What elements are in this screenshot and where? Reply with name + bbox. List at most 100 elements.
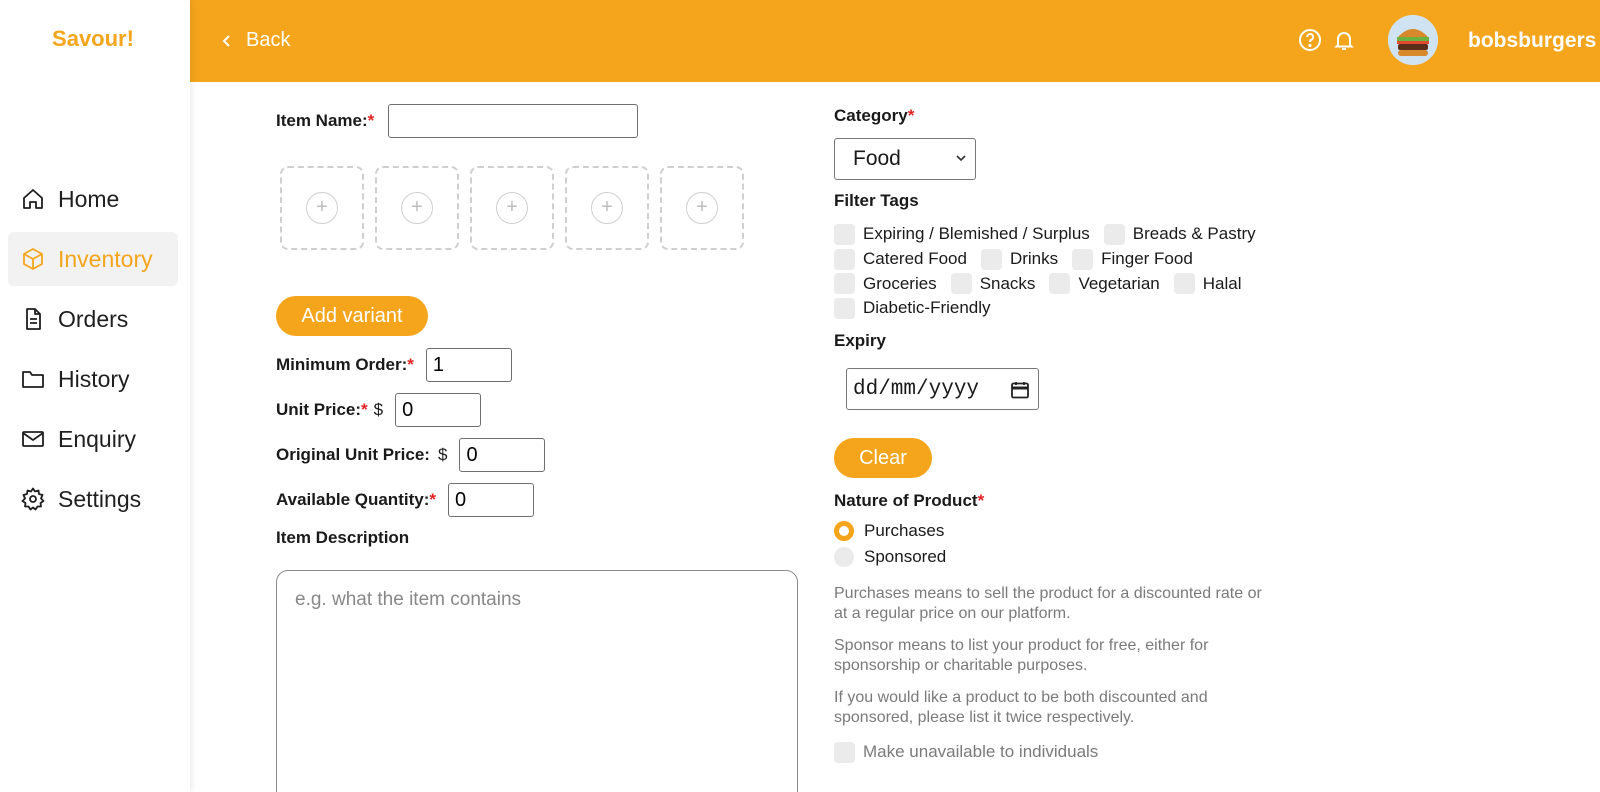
available-quantity-label: Available Quantity: <box>276 490 430 509</box>
radio-button[interactable] <box>834 547 854 567</box>
filter-tag-label: Snacks <box>979 273 1036 293</box>
required-marker: * <box>407 355 414 374</box>
username[interactable]: bobsburgers <box>1468 29 1596 53</box>
currency-symbol: $ <box>373 400 384 419</box>
help-icon[interactable] <box>1298 28 1322 52</box>
sidebar: Savour! Home Inventory Orders History En… <box>0 0 190 792</box>
radio-purchases[interactable]: Purchases <box>834 521 944 541</box>
top-bar: Back bobsburgers <box>190 0 1600 82</box>
document-icon <box>20 306 46 332</box>
bell-icon[interactable] <box>1332 28 1356 52</box>
filter-tag-label: Halal <box>1202 273 1242 293</box>
required-marker: * <box>429 490 436 509</box>
filter-tag[interactable]: Drinks <box>980 247 1058 272</box>
cube-icon <box>20 246 46 272</box>
folder-icon <box>20 366 46 392</box>
radio-sponsored[interactable]: Sponsored <box>834 547 946 567</box>
expiry-label: Expiry <box>834 331 886 350</box>
image-upload-slot[interactable]: + <box>470 166 554 250</box>
expiry-date-input[interactable]: dd/mm/yyyy <box>846 368 1039 410</box>
make-unavailable-label: Make unavailable to individuals <box>863 742 1099 762</box>
plus-icon: + <box>496 192 528 224</box>
original-unit-price-input[interactable] <box>459 438 546 472</box>
required-marker: * <box>977 491 985 510</box>
sidebar-item-label: Home <box>58 185 120 212</box>
filter-tag[interactable]: Finger Food <box>1072 247 1193 272</box>
unit-price-label: Unit Price: <box>276 400 362 419</box>
image-upload-slot[interactable]: + <box>375 166 459 250</box>
plus-icon: + <box>401 192 433 224</box>
filter-tag-label: Catered Food <box>863 249 967 269</box>
plus-icon: + <box>306 192 338 224</box>
filter-tag[interactable]: Expiring / Blemished / Surplus <box>834 222 1090 247</box>
checkbox[interactable] <box>834 297 855 319</box>
minimum-order-input[interactable] <box>425 348 512 382</box>
clear-button[interactable]: Clear <box>834 438 932 478</box>
radio-label: Sponsored <box>864 547 947 566</box>
image-upload-slot[interactable]: + <box>660 166 744 250</box>
filter-tag-label: Groceries <box>863 273 937 293</box>
sidebar-item-label: History <box>58 365 130 392</box>
filter-tag[interactable]: Vegetarian <box>1049 271 1160 296</box>
sidebar-nav: Home Inventory Orders History Enquiry Se… <box>8 172 178 532</box>
filter-tag-label: Breads & Pastry <box>1132 224 1256 244</box>
sidebar-item-label: Settings <box>58 485 142 512</box>
filter-tags-label: Filter Tags <box>834 191 919 210</box>
sidebar-item-inventory[interactable]: Inventory <box>8 232 178 286</box>
checkbox[interactable] <box>834 223 855 245</box>
checkbox[interactable] <box>1072 248 1094 270</box>
brand-logo[interactable]: Savour! <box>0 26 186 52</box>
item-name-input[interactable] <box>388 104 639 138</box>
add-variant-button[interactable]: Add variant <box>276 296 428 336</box>
checkbox[interactable] <box>834 273 855 295</box>
filter-tag-label: Expiring / Blemished / Surplus <box>863 224 1090 244</box>
filter-tag[interactable]: Catered Food <box>834 247 967 272</box>
category-select[interactable]: Food <box>834 138 976 180</box>
checkbox[interactable] <box>834 248 855 270</box>
filter-tag[interactable]: Snacks <box>950 271 1036 296</box>
burger-icon <box>1388 15 1438 65</box>
currency-symbol: $ <box>437 445 448 464</box>
filter-tag[interactable]: Diabetic-Friendly <box>834 296 991 321</box>
sidebar-item-settings[interactable]: Settings <box>8 472 178 526</box>
sidebar-item-orders[interactable]: Orders <box>8 292 178 346</box>
item-description-textarea[interactable] <box>276 570 798 792</box>
checkbox[interactable] <box>1103 223 1125 245</box>
purchases-note: Purchases means to sell the product for … <box>834 585 1262 622</box>
plus-icon: + <box>591 192 623 224</box>
image-upload-slot[interactable]: + <box>280 166 364 250</box>
calendar-icon[interactable] <box>1010 380 1030 400</box>
filter-tag[interactable]: Halal <box>1173 271 1242 296</box>
checkbox[interactable] <box>1049 273 1071 295</box>
unit-price-row: Unit Price: * $ <box>276 393 482 427</box>
item-name-label: Item Name: <box>276 111 368 130</box>
category-selected-value: Food <box>853 147 901 170</box>
item-description-label: Item Description <box>276 528 410 547</box>
sidebar-item-label: Orders <box>58 305 129 332</box>
category-heading: Category * <box>834 106 914 126</box>
sidebar-item-label: Inventory <box>58 245 153 272</box>
make-unavailable-option[interactable]: Make unavailable to individuals <box>834 740 1098 765</box>
checkbox[interactable] <box>980 248 1002 270</box>
checkbox[interactable] <box>950 273 972 295</box>
filter-tags-group: Expiring / Blemished / Surplus Breads & … <box>834 222 1284 321</box>
filter-tag[interactable]: Breads & Pastry <box>1103 222 1256 247</box>
sidebar-item-enquiry[interactable]: Enquiry <box>8 412 178 466</box>
radio-button-selected[interactable] <box>834 521 854 541</box>
required-marker: * <box>907 106 915 125</box>
sidebar-item-history[interactable]: History <box>8 352 178 406</box>
home-icon <box>20 186 46 212</box>
filter-tag[interactable]: Groceries <box>834 271 937 296</box>
sidebar-item-home[interactable]: Home <box>8 172 178 226</box>
image-upload-slot[interactable]: + <box>565 166 649 250</box>
checkbox[interactable] <box>834 741 855 763</box>
expiry-date-placeholder: dd/mm/yyyy <box>853 377 980 401</box>
filter-tag-label: Diabetic-Friendly <box>863 298 991 318</box>
sponsor-note: Sponsor means to list your product for f… <box>834 637 1209 674</box>
available-quantity-input[interactable] <box>447 483 534 517</box>
back-button[interactable]: Back <box>220 29 290 52</box>
unit-price-input[interactable] <box>395 393 482 427</box>
avatar[interactable] <box>1388 15 1438 65</box>
checkbox[interactable] <box>1173 273 1195 295</box>
mail-icon <box>20 426 46 452</box>
